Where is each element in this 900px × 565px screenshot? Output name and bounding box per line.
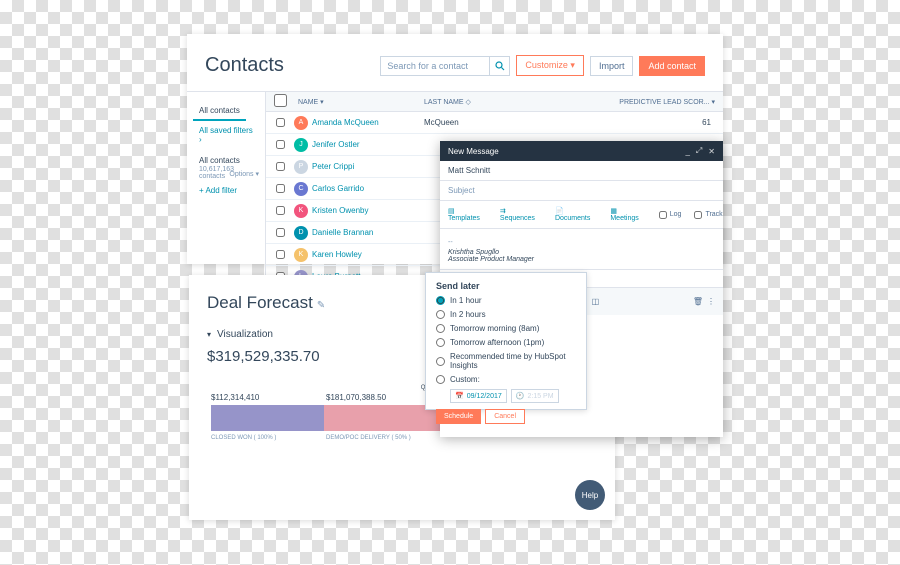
trash-icon[interactable]: 🗑 <box>693 297 703 306</box>
signature-title: Associate Product Manager <box>448 256 715 263</box>
contact-name[interactable]: Danielle Brannan <box>312 228 424 237</box>
col-name[interactable]: NAME ▾ <box>294 98 424 106</box>
help-button[interactable]: Help <box>575 480 605 510</box>
contact-name[interactable]: Peter Crippi <box>312 162 424 171</box>
seg1-label: CLOSED WON ( 100% ) <box>211 435 326 441</box>
templates-link[interactable]: ▤ Templates <box>448 207 490 222</box>
send-later-title: Send later <box>436 281 576 291</box>
sequences-link[interactable]: ⇉ Sequences <box>500 207 545 222</box>
seg2-value: $181,070,388.50 <box>326 393 386 402</box>
expand-icon[interactable]: ⤢ <box>696 146 702 156</box>
row-checkbox[interactable] <box>276 184 285 193</box>
custom-time-input[interactable]: 🕐 2:15 PM <box>511 389 559 403</box>
contacts-sidebar: All contacts All saved filters › All con… <box>187 92 265 288</box>
avatar: A <box>294 116 308 130</box>
col-score[interactable]: PREDICTIVE LEAD SCOR... ▾ <box>544 98 723 106</box>
contact-score: 61 <box>544 118 723 127</box>
opt-1hour[interactable]: In 1 hour <box>436 296 576 305</box>
sidebar-heading: All contacts <box>193 150 259 166</box>
contact-name[interactable]: Carlos Garrido <box>312 184 424 193</box>
snippet-icon[interactable]: ◫ <box>592 297 600 306</box>
import-button[interactable]: Import <box>590 56 634 76</box>
minimize-icon[interactable]: _ <box>685 147 689 156</box>
row-checkbox[interactable] <box>276 250 285 259</box>
avatar: D <box>294 226 308 240</box>
custom-date-input[interactable]: 📅 09/12/2017 <box>450 389 507 403</box>
subject-field[interactable]: Subject <box>440 181 723 201</box>
table-header: NAME ▾ LAST NAME ◇ PREDICTIVE LEAD SCOR.… <box>266 92 723 112</box>
opt-recommended[interactable]: Recommended time by HubSpot Insights <box>436 352 576 370</box>
avatar: P <box>294 160 308 174</box>
row-checkbox[interactable] <box>276 228 285 237</box>
add-contact-button[interactable]: Add contact <box>639 56 705 76</box>
sidebar-tab-all[interactable]: All contacts <box>193 102 246 121</box>
close-icon[interactable]: ✕ <box>708 147 715 156</box>
avatar: C <box>294 182 308 196</box>
row-checkbox[interactable] <box>276 140 285 149</box>
col-lastname[interactable]: LAST NAME ◇ <box>424 98 544 106</box>
contact-name[interactable]: Jenifer Ostler <box>312 140 424 149</box>
row-checkbox[interactable] <box>276 162 285 171</box>
track-checkbox[interactable] <box>694 211 702 219</box>
composer-title: New Message <box>448 147 679 156</box>
seg1-value: $112,314,410 <box>211 393 326 402</box>
send-later-popup: Send later In 1 hour In 2 hours Tomorrow… <box>425 272 587 410</box>
page-title: Contacts <box>205 54 380 77</box>
avatar: K <box>294 204 308 218</box>
search-icon[interactable] <box>490 56 510 76</box>
documents-link[interactable]: 📄 Documents <box>555 207 600 222</box>
avatar: K <box>294 248 308 262</box>
bar-closed-won[interactable] <box>211 405 324 431</box>
row-checkbox[interactable] <box>276 118 285 127</box>
avatar: J <box>294 138 308 152</box>
to-field[interactable]: Matt Schnitt <box>440 161 723 181</box>
schedule-button[interactable]: Schedule <box>436 409 481 424</box>
select-all-checkbox[interactable] <box>274 94 287 107</box>
search-input[interactable]: Search for a contact <box>380 56 490 76</box>
contact-lastname: McQueen <box>424 118 544 127</box>
add-filter-link[interactable]: + Add filter <box>193 180 259 201</box>
table-row[interactable]: A Amanda McQueen McQueen 61 <box>266 112 723 134</box>
composer-titlebar[interactable]: New Message _ ⤢ ✕ <box>440 141 723 161</box>
customize-button[interactable]: Customize ▾ <box>516 55 584 76</box>
more-icon[interactable]: ⋮ <box>707 297 715 306</box>
meetings-link[interactable]: ▦ Meetings <box>610 207 648 222</box>
log-checkbox[interactable] <box>659 211 667 219</box>
composer-toolbar: ▤ Templates ⇉ Sequences 📄 Documents ▦ Me… <box>440 201 723 229</box>
message-body[interactable]: -- Krishtha Spugllo Associate Product Ma… <box>440 229 723 269</box>
contacts-header: Contacts Search for a contact Customize … <box>187 34 723 91</box>
opt-custom[interactable]: Custom: <box>436 375 576 384</box>
signature-name: Krishtha Spugllo <box>448 249 715 256</box>
row-checkbox[interactable] <box>276 206 285 215</box>
saved-filters-link[interactable]: All saved filters › <box>193 124 259 150</box>
contact-name[interactable]: Karen Howley <box>312 250 424 259</box>
opt-tomorrow-afternoon[interactable]: Tomorrow afternoon (1pm) <box>436 338 576 347</box>
opt-tomorrow-morning[interactable]: Tomorrow morning (8am) <box>436 324 576 333</box>
contact-name[interactable]: Amanda McQueen <box>312 118 424 127</box>
edit-icon[interactable]: ✎ <box>317 300 325 311</box>
contact-name[interactable]: Kristen Owenby <box>312 206 424 215</box>
cancel-button[interactable]: Cancel <box>485 409 525 424</box>
opt-2hours[interactable]: In 2 hours <box>436 310 576 319</box>
seg2-label: DEMO/POC DELIVERY ( 50% ) <box>326 435 411 441</box>
